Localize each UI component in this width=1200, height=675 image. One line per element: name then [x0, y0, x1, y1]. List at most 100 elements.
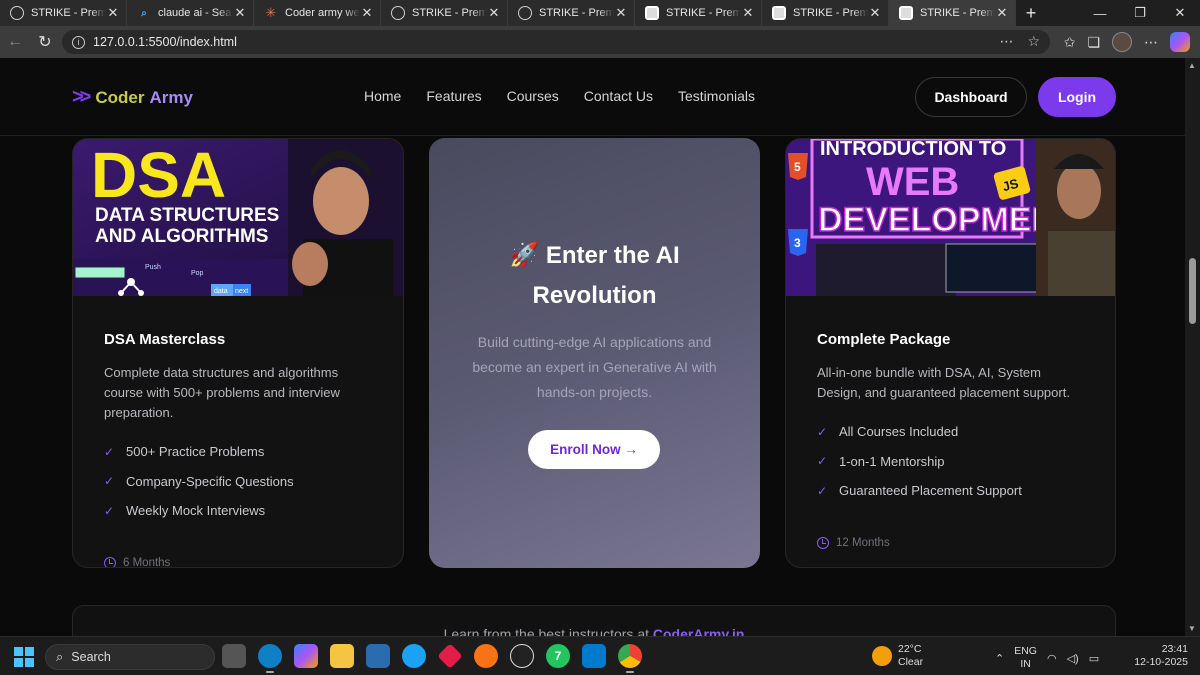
browser-toolbar: ✩ ❏ ⋯ — [1064, 32, 1190, 52]
card-description: All-in-one bundle with DSA, AI, System D… — [817, 365, 1070, 400]
ai-card-description: Build cutting-edge AI applications and b… — [472, 334, 717, 400]
feature-text: Company-Specific Questions — [126, 473, 294, 489]
edge-icon[interactable] — [258, 644, 282, 673]
enroll-now-button[interactable]: Enroll Now → — [528, 430, 660, 469]
browser-tab[interactable]: STRIKE - Premium C✕ — [762, 0, 889, 26]
course-card-package: INTRODUCTION TO WEB DEVELOPMENT 5 3 JS C… — [785, 138, 1116, 568]
list-item: ✓ All Courses Included — [817, 417, 1022, 447]
main-nav: Home Features Courses Contact Us Testimo… — [364, 88, 755, 104]
volume-icon[interactable]: ◁) — [1067, 652, 1079, 665]
scrollbar-thumb[interactable] — [1189, 258, 1196, 324]
nav-home[interactable]: Home — [364, 88, 401, 104]
app-icon[interactable] — [402, 644, 426, 668]
avatar-icon — [899, 6, 913, 20]
globe-icon — [10, 6, 24, 20]
info-icon[interactable]: i — [72, 35, 85, 49]
language-indicator[interactable]: ENG IN — [1014, 645, 1037, 671]
dsa-pop-label: Pop — [191, 270, 204, 277]
feature-text: Weekly Mock Interviews — [126, 503, 266, 519]
duration-text: 12 Months — [836, 537, 890, 549]
more-options-icon[interactable]: ⋯ — [999, 33, 1013, 50]
browser-tab[interactable]: STRIKE - Premium C✕ — [381, 0, 508, 26]
bing-icon: ⌕ — [141, 7, 147, 19]
dsa-push-label: Push — [145, 264, 161, 271]
new-tab-button[interactable]: + — [1016, 0, 1046, 26]
collections-icon[interactable]: ❏ — [1087, 34, 1100, 51]
tab-title: STRIKE - Premium C — [666, 7, 741, 19]
url-field[interactable]: i 127.0.0.1:5500/index.html ⋯ ☆ — [62, 30, 1050, 54]
taskbar-search[interactable]: ⌕ Search — [45, 644, 215, 670]
close-tab-icon[interactable]: ✕ — [360, 5, 374, 21]
rocket-icon: 🚀 — [509, 242, 540, 269]
coderarmy-link[interactable]: CoderArmy.in — [653, 626, 745, 636]
dsa-thumbnail: DSA DATA STRUCTURES AND ALGORITHMS Push … — [73, 139, 403, 296]
page-viewport: >> Coder Army Home Features Courses Cont… — [0, 58, 1200, 636]
ai-title-line1: Enter the AI — [545, 242, 680, 269]
scroll-up-icon[interactable]: ▲ — [1188, 61, 1196, 70]
svg-text:5: 5 — [794, 160, 801, 174]
whatsapp-icon[interactable]: 7 — [546, 644, 570, 668]
dsa-data-label: data — [214, 288, 228, 295]
browser-tab[interactable]: STRIKE - Premium C✕ — [508, 0, 635, 26]
feature-text: 500+ Practice Problems — [126, 444, 265, 460]
tab-title: STRIKE - Premium C — [412, 7, 487, 19]
browser-tab[interactable]: STRIKE - Premium C✕ — [0, 0, 127, 26]
wifi-icon[interactable]: ◠ — [1047, 652, 1057, 665]
feature-list: ✓ All Courses Included ✓ 1-on-1 Mentorship… — [817, 417, 1022, 506]
tab-title: STRIKE - Premium C — [793, 7, 868, 19]
browser-tab[interactable]: STRIKE - Premium C✕ — [635, 0, 762, 26]
nav-testimonials[interactable]: Testimonials — [678, 88, 755, 104]
close-tab-icon[interactable]: ✕ — [487, 5, 501, 21]
chatgpt-icon[interactable] — [510, 644, 534, 668]
chrome-icon[interactable] — [618, 644, 642, 673]
close-tab-icon[interactable]: ✕ — [995, 5, 1009, 21]
clock-time: 23:41 — [1161, 643, 1188, 655]
profile-avatar[interactable] — [1112, 32, 1132, 52]
nav-features[interactable]: Features — [426, 88, 481, 104]
search-label: Search — [71, 650, 111, 664]
browser-tab-active[interactable]: STRIKE - Premium C✕ — [889, 0, 1016, 26]
nav-courses[interactable]: Courses — [507, 88, 559, 104]
vscode-icon[interactable] — [582, 644, 606, 668]
close-window-icon[interactable]: ✕ — [1160, 5, 1200, 21]
browser-tab[interactable]: ✳ Coder army website✕ — [254, 0, 381, 26]
close-tab-icon[interactable]: ✕ — [741, 5, 755, 21]
browser-tab[interactable]: ⌕ claude ai - Search✕ — [127, 0, 254, 26]
favorites-icon[interactable]: ✩ — [1064, 34, 1076, 51]
instructor-photo — [1036, 139, 1115, 296]
weather-widget[interactable]: 22°C Clear — [872, 643, 923, 669]
login-button[interactable]: Login — [1038, 77, 1116, 117]
file-explorer-icon[interactable] — [330, 644, 354, 668]
webdev-line1: INTRODUCTION TO — [820, 139, 1006, 160]
git-icon[interactable] — [437, 643, 463, 669]
maximize-icon[interactable]: ❐ — [1120, 5, 1160, 21]
close-tab-icon[interactable]: ✕ — [233, 5, 247, 21]
copilot-icon[interactable] — [1170, 32, 1190, 52]
nav-contact-us[interactable]: Contact Us — [584, 88, 653, 104]
scroll-down-icon[interactable]: ▼ — [1188, 624, 1196, 633]
check-icon: ✓ — [817, 483, 828, 498]
page-scrollbar[interactable]: ▲ ▼ — [1185, 58, 1200, 636]
copilot-app-icon[interactable] — [294, 644, 318, 668]
app-icon[interactable] — [474, 644, 498, 668]
task-view-icon[interactable] — [222, 644, 246, 668]
reload-icon[interactable]: ↻ — [30, 32, 60, 52]
taskbar-clock[interactable]: 23:41 12-10-2025 — [1134, 643, 1188, 669]
minimize-icon[interactable]: — — [1080, 6, 1120, 21]
chevron-up-icon[interactable]: ⌃ — [995, 652, 1004, 665]
dashboard-button[interactable]: Dashboard — [915, 77, 1027, 117]
course-card-dsa: DSA DATA STRUCTURES AND ALGORITHMS Push … — [72, 138, 404, 568]
close-tab-icon[interactable]: ✕ — [106, 5, 120, 21]
close-tab-icon[interactable]: ✕ — [614, 5, 628, 21]
store-icon[interactable] — [366, 644, 390, 668]
window-controls: — ❐ ✕ — [1080, 0, 1200, 26]
site-logo[interactable]: >> Coder Army — [72, 86, 193, 109]
list-item: ✓ 1-on-1 Mentorship — [817, 447, 1022, 477]
tab-title: STRIKE - Premium C — [31, 7, 106, 19]
favorite-star-icon[interactable]: ☆ — [1027, 33, 1040, 50]
close-tab-icon[interactable]: ✕ — [868, 5, 882, 21]
battery-icon[interactable]: ▭ — [1089, 652, 1099, 665]
back-arrow-icon[interactable]: ← — [0, 33, 30, 51]
windows-start-icon[interactable] — [14, 647, 34, 667]
settings-more-icon[interactable]: ⋯ — [1144, 34, 1158, 51]
